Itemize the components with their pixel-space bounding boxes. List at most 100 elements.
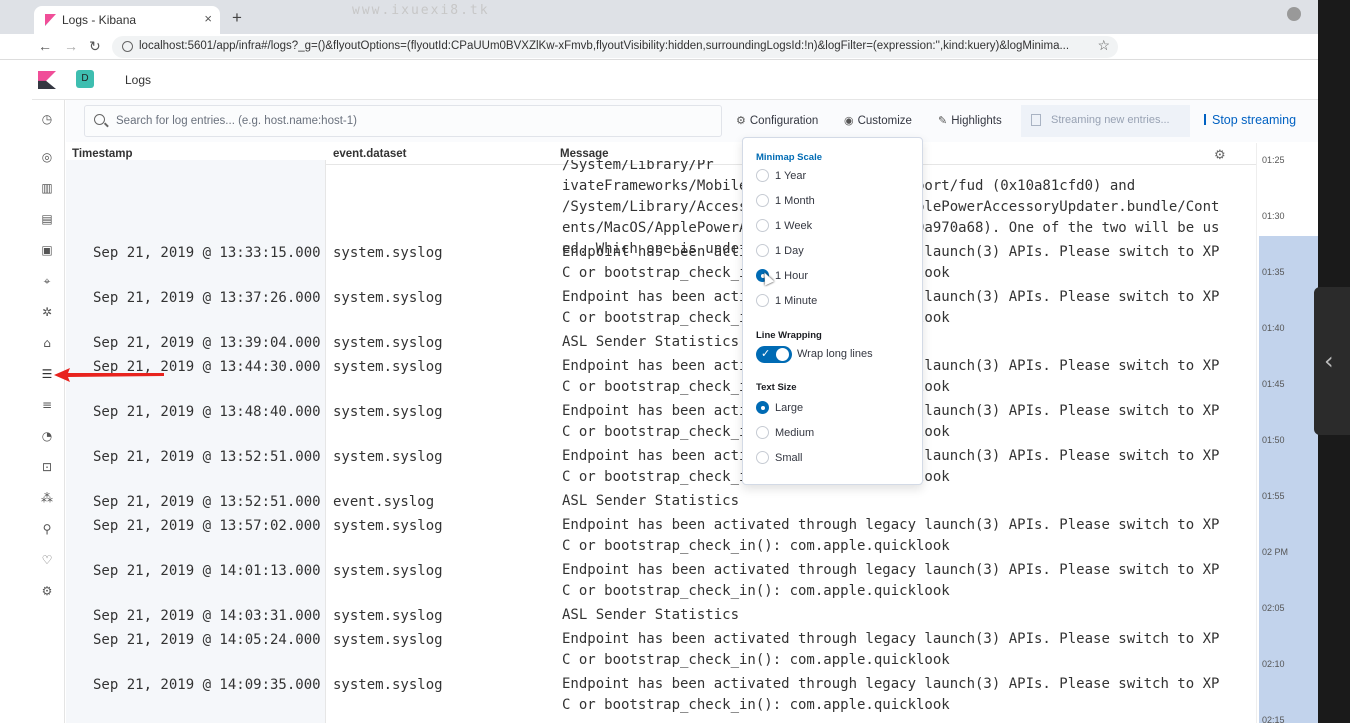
space-avatar[interactable]: D — [76, 70, 94, 88]
management-gear-icon[interactable]: ⚙ — [40, 584, 54, 598]
maps-icon[interactable]: ⌖ — [40, 274, 54, 288]
bookmark-star-icon[interactable]: ☆ — [1097, 37, 1110, 54]
log-timestamp: Sep 21, 2019 @ 13:33:15.000 — [93, 245, 321, 261]
log-search-input[interactable]: Search for log entries... (e.g. host.nam… — [84, 105, 722, 137]
wrap-long-lines-switch[interactable]: ✓ — [756, 346, 792, 363]
check-icon: ✓ — [761, 347, 771, 360]
column-timestamp[interactable]: Timestamp — [72, 148, 133, 160]
address-bar: ← → ↻ localhost:5601/app/infra#/logs?_g=… — [0, 34, 1318, 89]
info-icon[interactable] — [122, 41, 133, 52]
close-tab-icon[interactable]: × — [204, 11, 212, 26]
scale-radio-1-month[interactable] — [756, 194, 769, 207]
customize-label: Customize — [857, 115, 912, 127]
forward-icon[interactable]: → — [64, 38, 78, 54]
column-message[interactable]: Message — [560, 148, 609, 160]
scale-option-label[interactable]: 1 Year — [775, 170, 806, 182]
recent-clock-icon[interactable]: ◷ — [40, 112, 54, 126]
scale-radio-1-day[interactable] — [756, 244, 769, 257]
log-message: ASL Sender Statistics — [562, 493, 740, 509]
log-timestamp: Sep 21, 2019 @ 14:05:24.000 — [93, 632, 321, 648]
new-tab-icon[interactable]: + — [232, 8, 242, 28]
stop-streaming-label: Stop streaming — [1212, 113, 1297, 127]
eye-icon: ◉ — [844, 114, 854, 127]
minimap-tick: 02:10 — [1262, 659, 1285, 669]
kibana-logo-icon[interactable] — [38, 71, 56, 89]
infrastructure-icon[interactable]: ⌂ — [40, 336, 54, 350]
scale-radio-1-week[interactable] — [756, 219, 769, 232]
search-icon — [94, 114, 105, 125]
logs-icon[interactable]: ☰ — [40, 367, 54, 381]
wrap-long-lines-label: Wrap long lines — [797, 348, 873, 360]
column-dataset[interactable]: event.dataset — [333, 148, 407, 160]
minimap-tick: 01:50 — [1262, 435, 1285, 445]
log-dataset: system.syslog — [333, 677, 443, 693]
text-size-option-label[interactable]: Large — [775, 402, 803, 414]
log-timestamp: Sep 21, 2019 @ 13:57:02.000 — [93, 518, 321, 534]
configuration-button[interactable]: ⚙ Configuration — [736, 114, 818, 127]
log-stream: Sep 21, 2019 @ 13:31:11.000system.syslog… — [66, 160, 1256, 723]
url-field[interactable]: localhost:5601/app/infra#/logs?_g=()&fly… — [112, 36, 1118, 58]
apm-icon[interactable]: ≡ — [40, 398, 54, 412]
chevron-left-icon: ‹ — [1324, 347, 1334, 375]
collapse-panel-tab[interactable]: ‹ — [1314, 287, 1350, 435]
streaming-status-text: Streaming new entries... — [1051, 114, 1170, 126]
minimap-scale-title: Minimap Scale — [756, 152, 822, 163]
reload-icon[interactable]: ↻ — [89, 38, 101, 55]
text-size-title: Text Size — [756, 382, 797, 393]
ml-icon[interactable]: ✲ — [40, 305, 54, 319]
uptime-icon[interactable]: ◔ — [40, 429, 54, 443]
log-minimap[interactable]: 01:25 01:30 01:35 01:40 01:45 01:50 01:55 02 PM… — [1256, 143, 1318, 723]
highlights-label: Highlights — [951, 115, 1002, 127]
window-control-icon[interactable] — [1287, 7, 1301, 21]
visualize-chart-icon[interactable]: ▥ — [40, 181, 54, 195]
scale-option-label[interactable]: 1 Day — [775, 245, 804, 257]
scale-radio-1-minute[interactable] — [756, 294, 769, 307]
canvas-icon[interactable]: ▣ — [40, 243, 54, 257]
highlighter-icon: ✎ — [938, 114, 948, 127]
minimap-tick: 02:15 — [1262, 715, 1285, 723]
url-text: localhost:5601/app/infra#/logs?_g=()&fly… — [139, 40, 1070, 52]
minimap-tick: 02:05 — [1262, 603, 1285, 613]
log-timestamp: Sep 21, 2019 @ 14:03:31.000 — [93, 608, 321, 624]
watermark: www.ixuexi8.tk — [352, 3, 490, 18]
highlights-button[interactable]: ✎ Highlights — [938, 114, 1002, 127]
minimap-tick: 01:25 — [1262, 155, 1285, 165]
log-dataset: event.syslog — [333, 494, 435, 510]
log-timestamp: Sep 21, 2019 @ 13:39:04.000 — [93, 335, 321, 351]
stop-streaming-button[interactable]: Stop streaming — [1204, 113, 1296, 127]
monitoring-icon[interactable]: ♡ — [40, 553, 54, 567]
graph-icon[interactable]: ⁂ — [40, 491, 54, 505]
configuration-label: Configuration — [749, 115, 819, 127]
kibana-header: D Logs — [0, 60, 1318, 100]
log-dataset: system.syslog — [333, 449, 443, 465]
browser-tab[interactable]: Logs - Kibana × — [34, 6, 220, 34]
log-dataset: system.syslog — [333, 335, 443, 351]
scale-option-label[interactable]: 1 Week — [775, 220, 812, 232]
log-message: Endpoint has been activated through lega… — [562, 562, 1220, 599]
pause-icon — [1204, 114, 1206, 125]
text-size-option-label[interactable]: Medium — [775, 427, 814, 439]
log-timestamp: Sep 21, 2019 @ 14:01:13.000 — [93, 563, 321, 579]
back-icon[interactable]: ← — [38, 38, 52, 54]
logs-toolbar: Search for log entries... (e.g. host.nam… — [66, 100, 1318, 142]
text-size-radio-large[interactable] — [756, 401, 769, 414]
log-dataset: system.syslog — [333, 518, 443, 534]
log-dataset: system.syslog — [333, 608, 443, 624]
scale-option-label[interactable]: 1 Hour — [775, 270, 808, 282]
text-size-radio-small[interactable] — [756, 451, 769, 464]
minimap-tick: 02 PM — [1262, 547, 1289, 557]
log-dataset: system.syslog — [333, 245, 443, 261]
customize-button[interactable]: ◉ Customize — [844, 114, 912, 127]
discover-compass-icon[interactable]: ◎ — [40, 150, 54, 164]
scale-radio-1-year[interactable] — [756, 169, 769, 182]
breadcrumb: Logs — [125, 73, 152, 87]
log-dataset: system.syslog — [333, 359, 443, 375]
dev-tools-icon[interactable]: ⚲ — [40, 522, 54, 536]
scale-option-label[interactable]: 1 Minute — [775, 295, 817, 307]
text-size-option-label[interactable]: Small — [775, 452, 803, 464]
dashboard-icon[interactable]: ▤ — [40, 212, 54, 226]
log-dataset: system.syslog — [333, 563, 443, 579]
scale-option-label[interactable]: 1 Month — [775, 195, 815, 207]
text-size-radio-medium[interactable] — [756, 426, 769, 439]
siem-lock-icon[interactable]: ⊡ — [40, 460, 54, 474]
